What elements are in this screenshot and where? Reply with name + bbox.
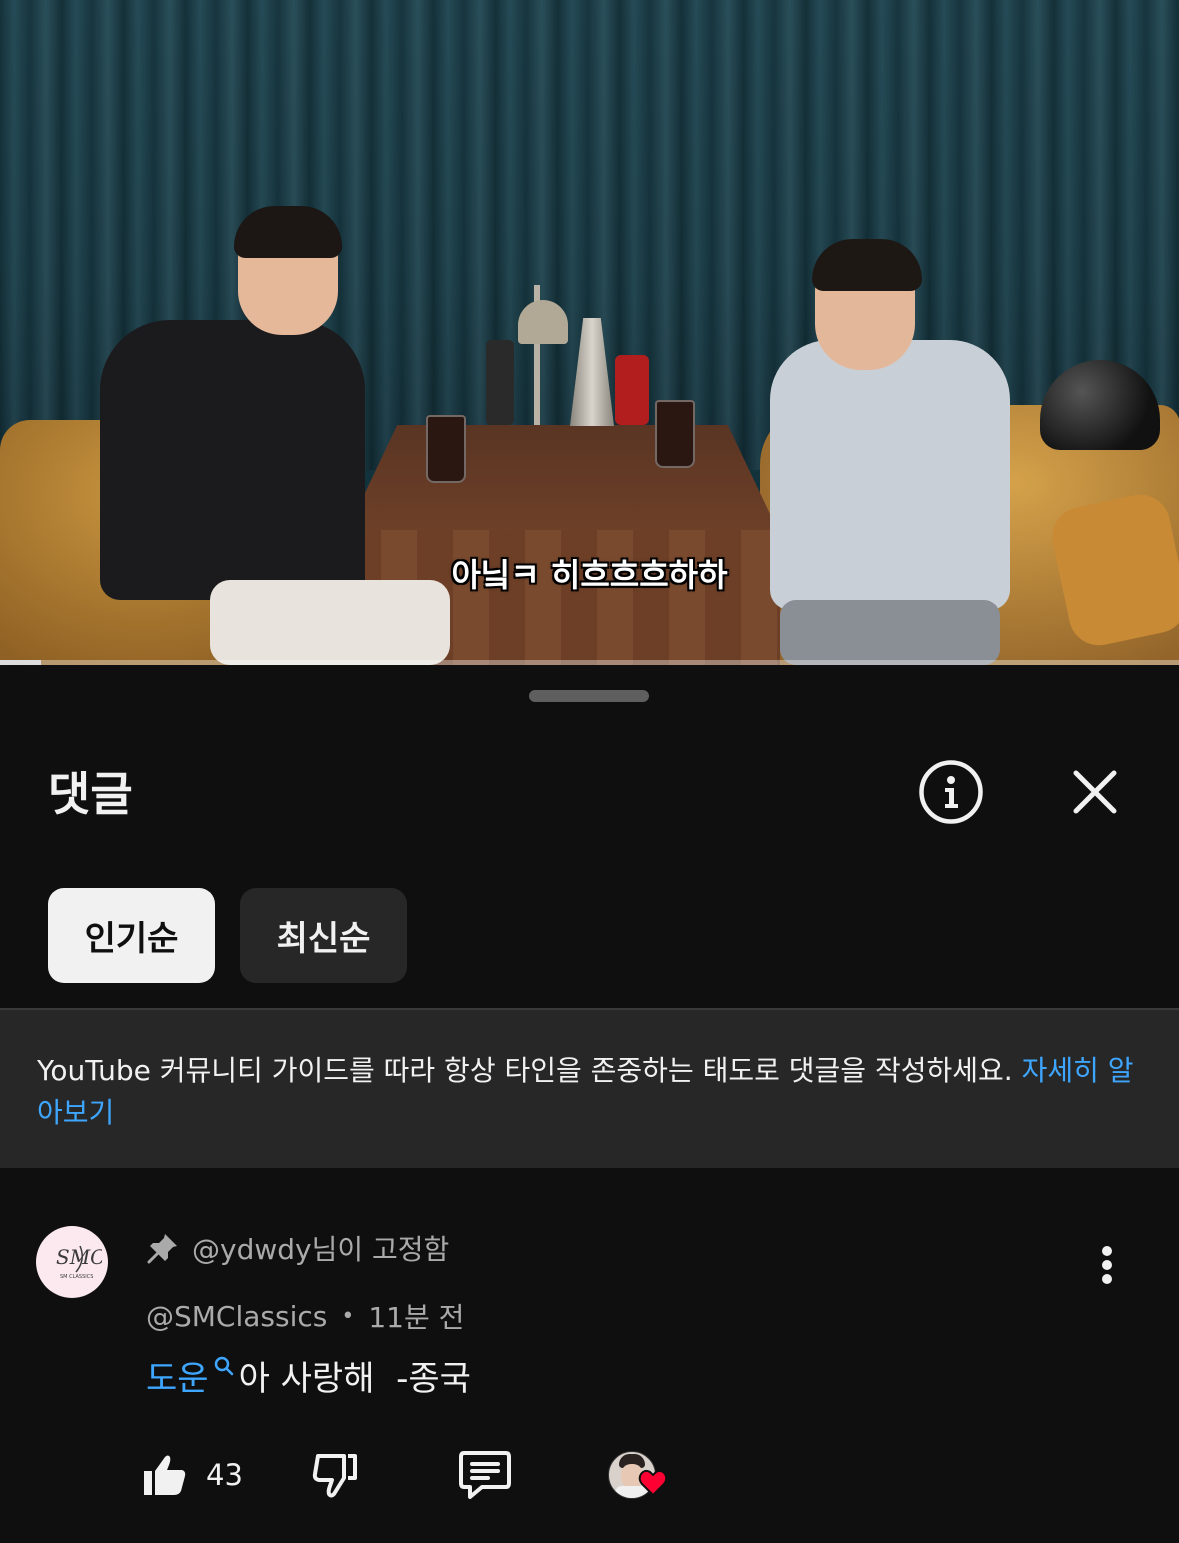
comment-author[interactable]: @SMClassics: [146, 1300, 327, 1333]
avatar[interactable]: SMC SM CLASSICS: [36, 1226, 108, 1298]
smclassics-logo: SMC SM CLASSICS: [56, 1245, 102, 1280]
search-icon[interactable]: [213, 1355, 235, 1377]
comment-time: 11분 전: [368, 1301, 465, 1334]
pinned-label: @ydwdy님이 고정함: [192, 1233, 450, 1266]
video-table-top: [345, 425, 780, 535]
like-count: 43: [206, 1458, 243, 1492]
video-person-right: [770, 239, 1030, 665]
dislike-button[interactable]: [310, 1445, 360, 1505]
video-lantern: [615, 355, 649, 425]
mention-link[interactable]: 도운: [146, 1351, 209, 1400]
community-guidelines-banner: YouTube 커뮤니티 가이드를 따라 항상 타인을 존중하는 태도로 댓글을…: [0, 1008, 1179, 1168]
svg-text:SM CLASSICS: SM CLASSICS: [60, 1274, 93, 1280]
heart-icon: [638, 1469, 668, 1497]
video-lamp-head: [518, 300, 568, 344]
video-player[interactable]: 아닠ㅋ 히흐흐흐하하: [0, 0, 1179, 665]
like-button[interactable]: 43: [140, 1445, 243, 1505]
video-subtitle: 아닠ㅋ 히흐흐흐하하: [451, 556, 728, 594]
video-grinder: [486, 340, 514, 425]
close-icon: [1073, 770, 1117, 814]
info-icon: [919, 760, 983, 824]
comment-body: 도운 아 사랑해 -종국: [146, 1351, 471, 1400]
reply-icon: [459, 1451, 511, 1499]
comment-more-button[interactable]: [1088, 1243, 1126, 1287]
video-cup-left: [426, 415, 466, 483]
community-guidelines-text: YouTube 커뮤니티 가이드를 따라 항상 타인을 존중하는 태도로 댓글을…: [37, 1050, 1137, 1134]
info-button[interactable]: [918, 759, 984, 825]
comment-actions: 43: [140, 1445, 700, 1505]
comment-text: 아 사랑해 -종국: [238, 1358, 471, 1399]
thumb-up-icon: [144, 1455, 186, 1495]
thumb-down-icon: [312, 1454, 357, 1498]
creator-heart-badge: [608, 1445, 672, 1505]
sort-chip-popular[interactable]: 인기순: [48, 888, 215, 983]
pinned-indicator: @ydwdy님이 고정함: [146, 1228, 449, 1268]
video-person-left: [100, 206, 450, 665]
guidelines-message: YouTube 커뮤니티 가이드를 따라 항상 타인을 존중하는 태도로 댓글을…: [37, 1054, 1022, 1087]
sheet-drag-handle[interactable]: [529, 690, 649, 702]
reply-button[interactable]: [458, 1445, 512, 1505]
svg-text:SMC: SMC: [56, 1245, 102, 1269]
comments-sheet: 댓글 인기순 최신순 YouTube 커뮤니티 가이드를 따라 항상 타인을 존…: [0, 665, 1179, 1543]
sort-chip-newest[interactable]: 최신순: [240, 888, 407, 983]
comments-title: 댓글: [48, 767, 133, 821]
comment-thread: SMC SM CLASSICS @ydwdy님이 고정함 @SMClassics…: [0, 1205, 1179, 1543]
video-cup-right: [655, 400, 695, 468]
more-vert-icon: [1102, 1246, 1112, 1284]
meta-separator: •: [341, 1303, 355, 1329]
pin-icon: [147, 1234, 177, 1264]
close-button[interactable]: [1064, 761, 1126, 823]
comment-meta: @SMClassics • 11분 전: [146, 1297, 464, 1335]
